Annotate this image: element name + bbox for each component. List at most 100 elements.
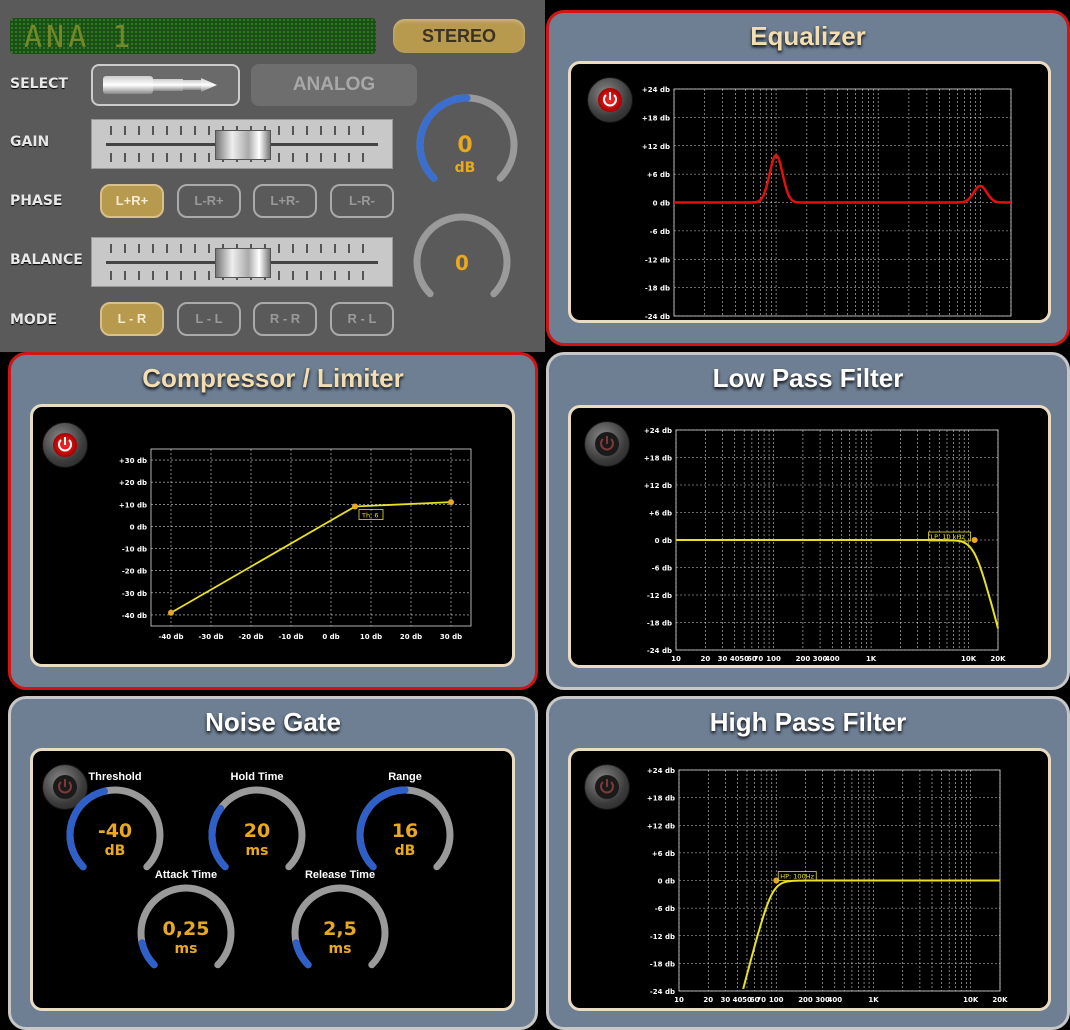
x-tick-label: 10 db bbox=[360, 633, 382, 641]
highpass-graph-frame: +24 db +18 db +12 db +6 db 0 db -6 db -12 db -1… bbox=[568, 748, 1051, 1011]
lowpass-curve bbox=[676, 539, 999, 629]
lowpass-cutoff-label: LP: 10 kHz bbox=[931, 533, 966, 541]
highpass-graph[interactable]: +24 db +18 db +12 db +6 db 0 db -6 db -12 db -1… bbox=[571, 751, 1048, 1008]
gate-knob-unit: ms bbox=[246, 843, 269, 859]
lowpass-graph[interactable]: +24 db +18 db +12 db +6 db 0 db -6 db -12 db -1… bbox=[571, 408, 1048, 665]
y-tick-label: 0 db bbox=[130, 523, 147, 531]
mode-button-4[interactable]: R - L bbox=[330, 302, 394, 336]
mode-button-1[interactable]: L - R bbox=[100, 302, 164, 336]
equalizer-title: Equalizer bbox=[750, 21, 866, 51]
x-tick-label: -40 db bbox=[158, 633, 183, 641]
gate-knob-4[interactable]: 0,25ms bbox=[134, 881, 238, 985]
gate-knob-unit: ms bbox=[329, 941, 352, 957]
x-tick-label: 1K bbox=[868, 996, 879, 1004]
gate-knob-5[interactable]: 2,5ms bbox=[288, 881, 392, 985]
input-select-button[interactable] bbox=[91, 64, 240, 106]
y-tick-label: 0 db bbox=[658, 878, 675, 886]
y-tick-label: -20 db bbox=[122, 568, 147, 576]
y-tick-label: +6 db bbox=[649, 510, 672, 518]
x-tick-label: 10K bbox=[961, 655, 977, 663]
noisegate-title: Noise Gate bbox=[205, 707, 341, 737]
compressor-panel: Compressor / Limiter +30 db +20 db +10 db 0… bbox=[8, 352, 538, 690]
y-tick-label: -30 db bbox=[122, 590, 147, 598]
y-tick-label: -24 db bbox=[645, 313, 670, 320]
y-tick-label: -10 db bbox=[122, 546, 147, 554]
channel-strip: ANA 1 STEREO SELECT ANALOG GAIN PHASE L+… bbox=[0, 0, 545, 352]
x-tick-label: 10K bbox=[963, 996, 979, 1004]
gate-knob-value: 20 bbox=[244, 820, 270, 842]
x-tick-label: 200 bbox=[796, 655, 811, 663]
knob-level bbox=[208, 805, 229, 871]
mode-button-2[interactable]: L - L bbox=[177, 302, 241, 336]
y-tick-label: +6 db bbox=[652, 850, 675, 858]
balance-knob[interactable]: 0 bbox=[412, 207, 522, 317]
y-tick-label: +24 db bbox=[642, 86, 670, 94]
x-tick-label: 20 db bbox=[400, 633, 422, 641]
balance-slider-handle[interactable] bbox=[215, 248, 271, 278]
x-tick-label: 200 bbox=[798, 996, 813, 1004]
compressor-title: Compressor / Limiter bbox=[142, 363, 404, 393]
compressor-curve bbox=[170, 501, 452, 614]
gate-knob-label-5: Release Time bbox=[304, 869, 376, 881]
phase-button-3[interactable]: L+R- bbox=[253, 184, 317, 218]
mode-button-3[interactable]: R - R bbox=[253, 302, 317, 336]
y-tick-label: +24 db bbox=[644, 427, 672, 435]
select-label: SELECT bbox=[10, 76, 68, 92]
x-tick-label: 100 bbox=[766, 655, 781, 663]
compressor-point-1 bbox=[168, 609, 174, 616]
gain-slider-handle[interactable] bbox=[215, 130, 271, 160]
x-tick-label: -30 db bbox=[198, 633, 223, 641]
y-tick-label: 0 db bbox=[655, 537, 672, 545]
phase-label: PHASE bbox=[10, 193, 63, 209]
lowpass-graph-frame: +24 db +18 db +12 db +6 db 0 db -6 db -12 db -1… bbox=[568, 405, 1051, 668]
stereo-button[interactable]: STEREO bbox=[393, 19, 525, 53]
gain-knob[interactable]: 0 dB bbox=[412, 90, 522, 200]
phase-button-1[interactable]: L+R+ bbox=[100, 184, 164, 218]
gate-knob-label-3: Range bbox=[388, 771, 422, 783]
balance-slider[interactable] bbox=[91, 237, 393, 287]
gate-knob-value: 2,5 bbox=[323, 918, 357, 940]
input-source-label: ANALOG bbox=[251, 64, 417, 106]
highpass-panel: High Pass Filter +24 db +18 db +12 db +6 db… bbox=[546, 696, 1070, 1030]
gate-knob-label-4: Attack Time bbox=[154, 869, 218, 881]
x-tick-label: 20 bbox=[703, 996, 713, 1004]
equalizer-graph[interactable]: +24 db +18 db +12 db +6 db 0 db -6 db -12 db -1… bbox=[571, 64, 1048, 320]
x-tick-label: 400 bbox=[825, 655, 840, 663]
gain-knob-unit: dB bbox=[455, 160, 476, 176]
x-tick-label: -10 db bbox=[278, 633, 303, 641]
equalizer-panel: Equalizer +24 db +18 db +12 db +6 db 0 db -6 … bbox=[546, 10, 1070, 346]
x-tick-label: -20 db bbox=[238, 633, 263, 641]
gain-slider[interactable] bbox=[91, 119, 393, 169]
plot-border bbox=[150, 448, 472, 627]
x-tick-label: 20K bbox=[990, 655, 1006, 663]
balance-knob-value: 0 bbox=[455, 251, 469, 275]
y-tick-label: -18 db bbox=[645, 285, 670, 293]
y-tick-label: -12 db bbox=[647, 592, 672, 600]
x-tick-label: 30 bbox=[718, 655, 728, 663]
gate-knob-label-2: Hold Time bbox=[230, 771, 284, 783]
gate-knob-value: 0,25 bbox=[163, 918, 210, 940]
threshold-label: Th: 6 bbox=[361, 512, 378, 520]
lowpass-handle bbox=[971, 537, 978, 543]
phase-button-4[interactable]: L-R- bbox=[330, 184, 394, 218]
compressor-point-2 bbox=[352, 503, 358, 510]
gain-knob-value: 0 bbox=[457, 133, 472, 158]
highpass-title: High Pass Filter bbox=[709, 707, 907, 737]
balance-label: BALANCE bbox=[10, 252, 83, 268]
x-tick-label: 0 db bbox=[322, 633, 339, 641]
y-tick-label: +18 db bbox=[647, 795, 675, 803]
x-tick-label: 1K bbox=[866, 655, 877, 663]
y-tick-label: +12 db bbox=[644, 482, 672, 490]
x-tick-label: 70 bbox=[754, 655, 764, 663]
jack-plug-icon bbox=[103, 76, 217, 94]
y-tick-label: -18 db bbox=[650, 960, 675, 968]
y-tick-label: -12 db bbox=[645, 256, 670, 264]
compressor-graph[interactable]: +30 db +20 db +10 db 0 db -10 db -20 db -30 db… bbox=[33, 407, 512, 664]
y-tick-label: +6 db bbox=[647, 171, 670, 179]
y-tick-label: -18 db bbox=[647, 620, 672, 628]
x-tick-label: 10 bbox=[671, 655, 681, 663]
y-tick-label: +20 db bbox=[119, 479, 147, 487]
noisegate-panel: Noise Gate Threshold -40 dB Hold Time 20 ms Ra… bbox=[8, 696, 538, 1030]
gate-knob-unit: dB bbox=[395, 843, 416, 859]
phase-button-2[interactable]: L-R+ bbox=[177, 184, 241, 218]
